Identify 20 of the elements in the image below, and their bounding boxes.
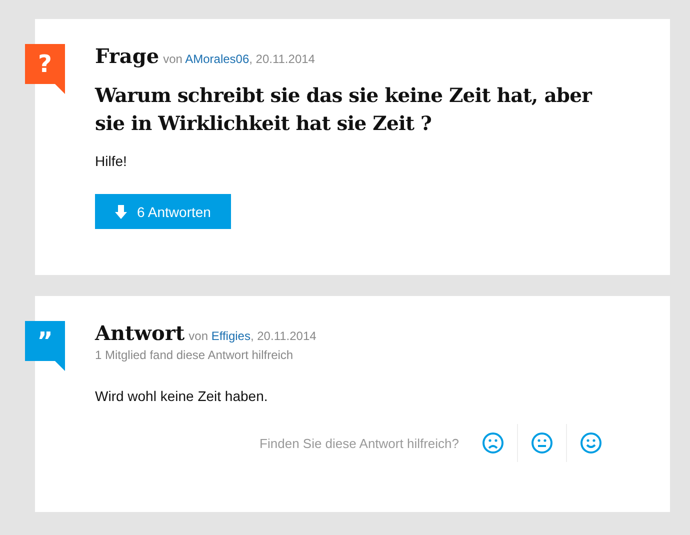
neutral-face-icon (531, 432, 553, 454)
author-link[interactable]: AMorales06 (185, 52, 250, 66)
helpful-note: 1 Mitglied fand diese Antwort hilfreich (95, 348, 294, 362)
post-meta: von Effigies, 20.11.2014 (188, 329, 316, 343)
happy-face-icon (580, 432, 602, 454)
badge-tail-icon (55, 84, 65, 94)
answers-button[interactable]: 6 Antworten (95, 194, 231, 229)
answer-badge: ” (25, 321, 65, 361)
rating-prompt: Finden Sie diese Antwort hilfreich? (260, 436, 459, 450)
post-heading: Frage (95, 44, 160, 68)
sad-face-icon (482, 432, 504, 454)
post-body: Wird wohl keine Zeit haben. (95, 388, 269, 404)
badge-tail-icon (55, 361, 65, 371)
post-meta: von AMorales06, 20.11.2014 (163, 52, 315, 66)
post-body: Hilfe! (95, 153, 128, 169)
question-badge: ? (25, 44, 65, 84)
down-arrow-icon (115, 204, 127, 218)
post-heading: Antwort (95, 321, 185, 345)
question-title: Warum schreibt sie das sie keine Zeit hat, aber sie in Wirklichkeit hat sie Zeit ? (95, 83, 594, 137)
author-link[interactable]: Effigies (211, 329, 250, 343)
